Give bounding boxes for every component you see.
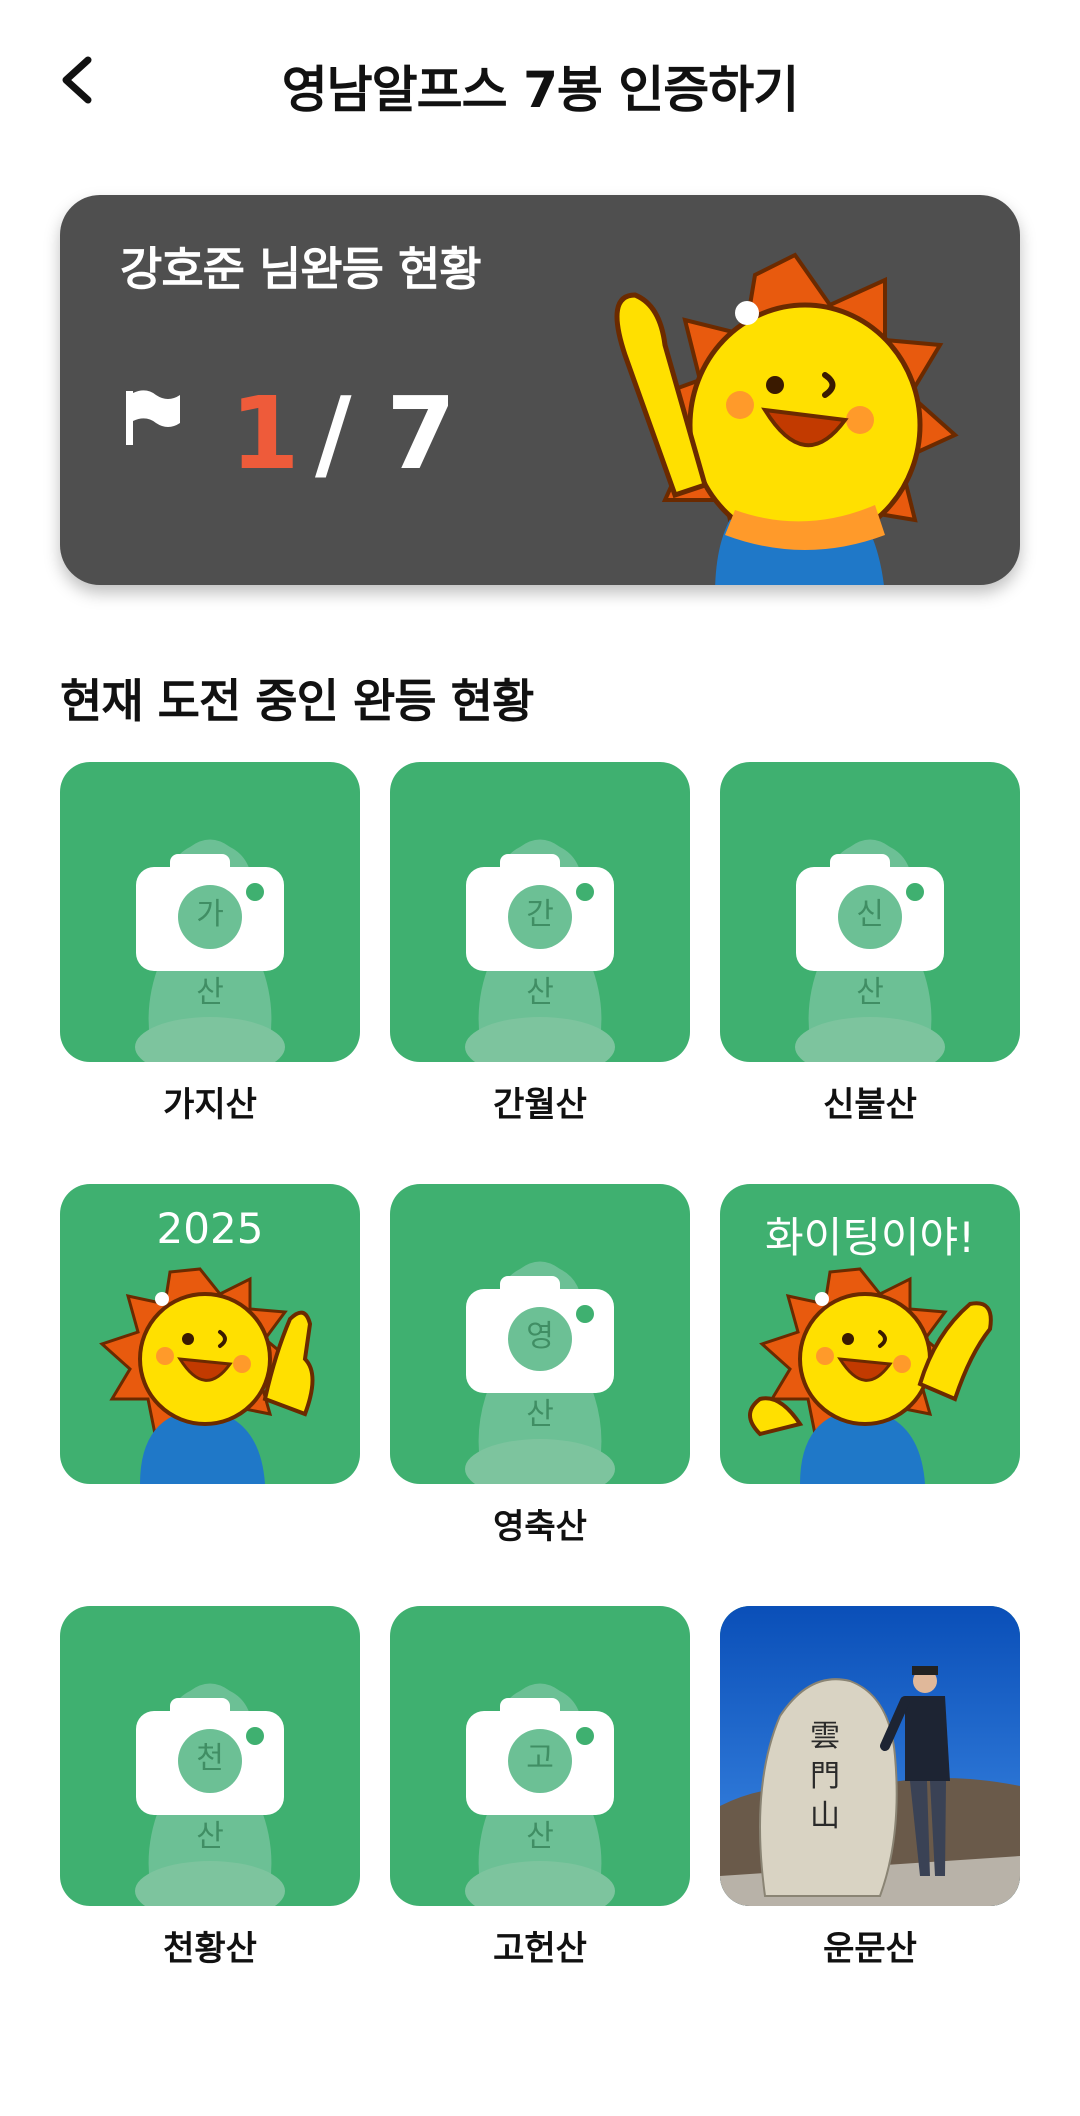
mountain-label: 신불산 <box>823 1085 917 1125</box>
mountain-label: 천황산 <box>163 1929 257 1969</box>
camera-icon: 영 산 <box>465 1261 615 1484</box>
stone-char: 산 <box>526 975 554 1010</box>
header: 영남알프스 7봉 인증하기 <box>0 0 1080 160</box>
summary-title: 강호준 님완등 현황 <box>120 242 482 296</box>
completed-count: 1 <box>230 375 300 492</box>
stone-char: 가 <box>196 897 224 932</box>
mountain-label: 영축산 <box>493 1507 587 1547</box>
summary-card: 강호준 님완등 현황 1 / 7 <box>60 195 1020 585</box>
svg-text:門: 門 <box>810 1759 840 1794</box>
stone-char: 산 <box>196 975 224 1010</box>
stone-char: 간 <box>526 897 554 932</box>
svg-text:山: 山 <box>810 1799 840 1834</box>
camera-icon: 신 산 <box>795 839 945 1062</box>
mascot-tile: 2025 <box>60 1184 360 1484</box>
mascot-illustration <box>614 252 959 585</box>
mountain-tile[interactable]: 천 산 <box>60 1606 360 1906</box>
page-title: 영남알프스 7봉 인증하기 <box>281 61 800 119</box>
stone-char: 산 <box>856 975 884 1010</box>
mascot-tile: 화이팅이야! <box>720 1184 1020 1484</box>
mountain-tile[interactable]: 가 산 <box>60 762 360 1062</box>
summit-photo: 雲 門 山 <box>720 1606 1020 1906</box>
mountain-label: 가지산 <box>163 1085 257 1125</box>
stone-char: 산 <box>196 1819 224 1854</box>
mountain-tile[interactable]: 고 산 <box>390 1606 690 1906</box>
mountain-tile[interactable]: 간 산 <box>390 762 690 1062</box>
stone-char: 영 <box>526 1319 554 1354</box>
stone-char: 산 <box>526 1819 554 1854</box>
stone-char: 신 <box>856 897 884 932</box>
mountain-tile[interactable]: 신 산 <box>720 762 1020 1062</box>
camera-icon: 간 산 <box>465 839 615 1062</box>
svg-text:雲: 雲 <box>810 1719 840 1754</box>
tile-banner: 화이팅이야! <box>764 1213 976 1262</box>
tile-banner: 2025 <box>156 1204 264 1253</box>
camera-icon: 고 산 <box>465 1683 615 1906</box>
stone-char: 산 <box>526 1397 554 1432</box>
total-count: / 7 <box>315 375 456 492</box>
mountain-label: 고헌산 <box>493 1929 587 1969</box>
mountain-label: 간월산 <box>493 1085 587 1125</box>
stone-char: 고 <box>526 1741 554 1776</box>
mountain-tile-completed[interactable]: 雲 門 山 <box>720 1606 1020 1906</box>
camera-icon: 가 산 <box>135 839 285 1062</box>
stone-char: 천 <box>196 1741 224 1776</box>
mountain-tile[interactable]: 영 산 <box>390 1184 690 1484</box>
mountain-label: 운문산 <box>823 1929 917 1969</box>
section-title: 현재 도전 중인 완등 현황 <box>60 674 534 728</box>
flag-icon <box>126 390 180 445</box>
camera-icon: 천 산 <box>135 1683 285 1906</box>
